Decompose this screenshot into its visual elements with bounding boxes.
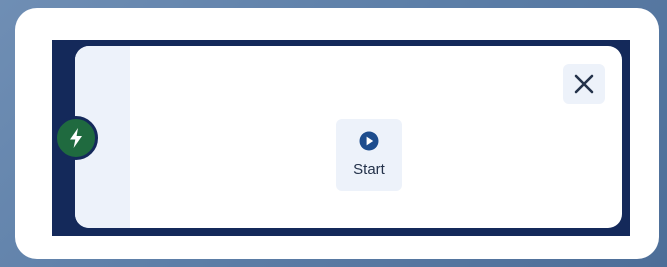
close-button[interactable]: [563, 64, 605, 104]
start-button[interactable]: Start: [336, 119, 402, 191]
lightning-bolt-icon[interactable]: [54, 116, 98, 160]
start-label: Start: [353, 161, 385, 178]
close-icon: [574, 74, 594, 94]
play-circle-icon: [359, 131, 379, 151]
